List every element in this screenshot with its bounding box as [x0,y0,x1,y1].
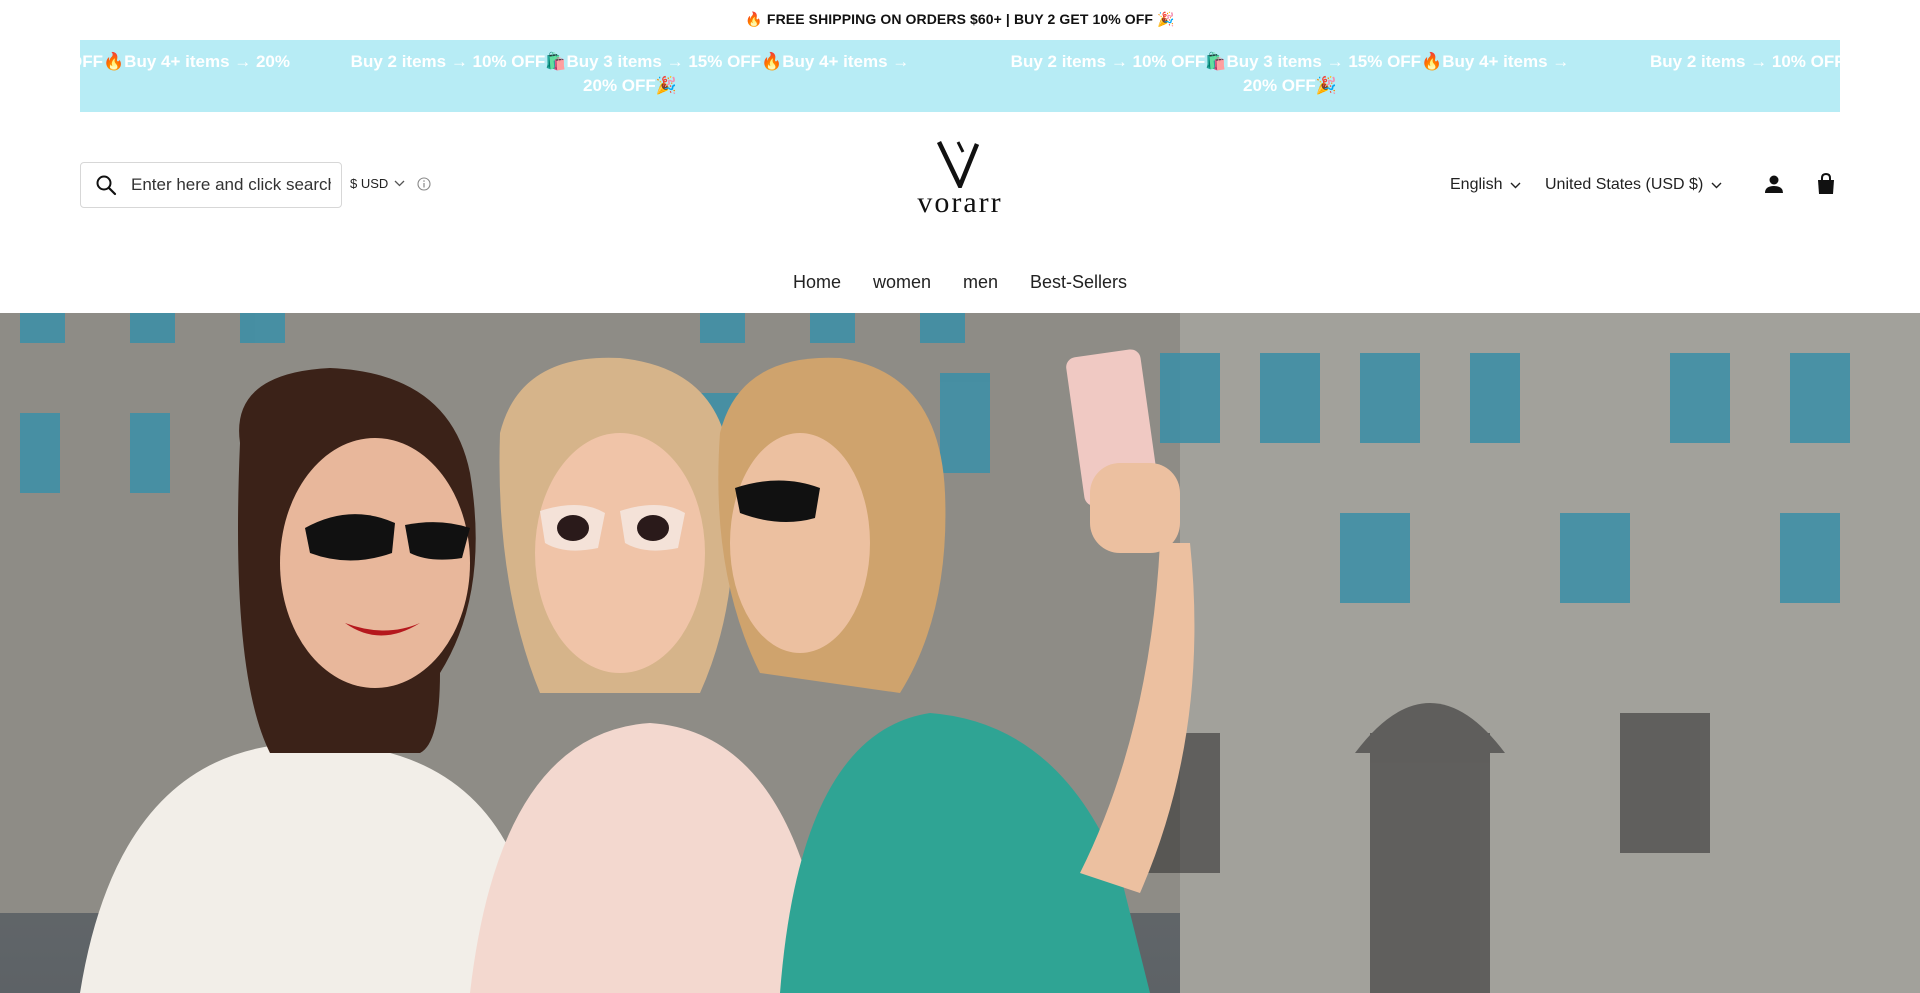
site-logo[interactable]: vorarr [905,138,1015,228]
shopping-bag-icon[interactable] [1814,172,1838,196]
search-icon[interactable] [95,174,117,196]
main-nav: Home women men Best-Sellers [0,272,1920,300]
search-box[interactable] [80,162,342,208]
user-icon[interactable] [1762,172,1786,196]
language-label: English [1450,176,1503,193]
nav-item-best-sellers[interactable]: Best-Sellers [1030,272,1127,300]
chevron-down-icon [1510,182,1521,188]
marquee-item: OFF🔥Buy 4+ items → 20% [80,52,290,71]
country-selector[interactable]: United States (USD $) [1545,176,1722,194]
announcement-text: 🔥 FREE SHIPPING ON ORDERS $60+ | BUY 2 G… [745,10,1175,27]
info-icon[interactable] [417,176,431,191]
announcement-bar: 🔥 FREE SHIPPING ON ORDERS $60+ | BUY 2 G… [0,0,1920,38]
logo-wordmark: vorarr [917,186,1003,219]
nav-item-home[interactable]: Home [793,272,841,300]
country-label: United States (USD $) [1545,176,1704,193]
currency-label: $ USD [350,176,389,191]
hero-banner-image[interactable] [0,313,1920,993]
marquee-item: Buy 2 items → 10% OFF🛍️Buy 3 items → 15%… [1010,52,1570,95]
nav-item-women[interactable]: women [873,272,931,300]
chevron-down-icon [394,180,405,187]
language-selector[interactable]: English [1450,176,1521,194]
logo-v-mark [936,141,980,188]
marquee-item: Buy 2 items → 10% OFF🛍️Buy 3 items → 15%… [350,52,910,95]
chevron-down-icon [1711,182,1722,188]
search-input[interactable] [131,175,331,195]
marquee-item: Buy 2 items → 10% OFF🛍️ [1650,52,1840,71]
nav-item-men[interactable]: men [963,272,998,300]
currency-selector[interactable]: $ USD [350,176,431,191]
promo-marquee: OFF🔥Buy 4+ items → 20% Buy 2 items → 10%… [80,40,1840,112]
hero-photo-illustration [0,313,1920,993]
